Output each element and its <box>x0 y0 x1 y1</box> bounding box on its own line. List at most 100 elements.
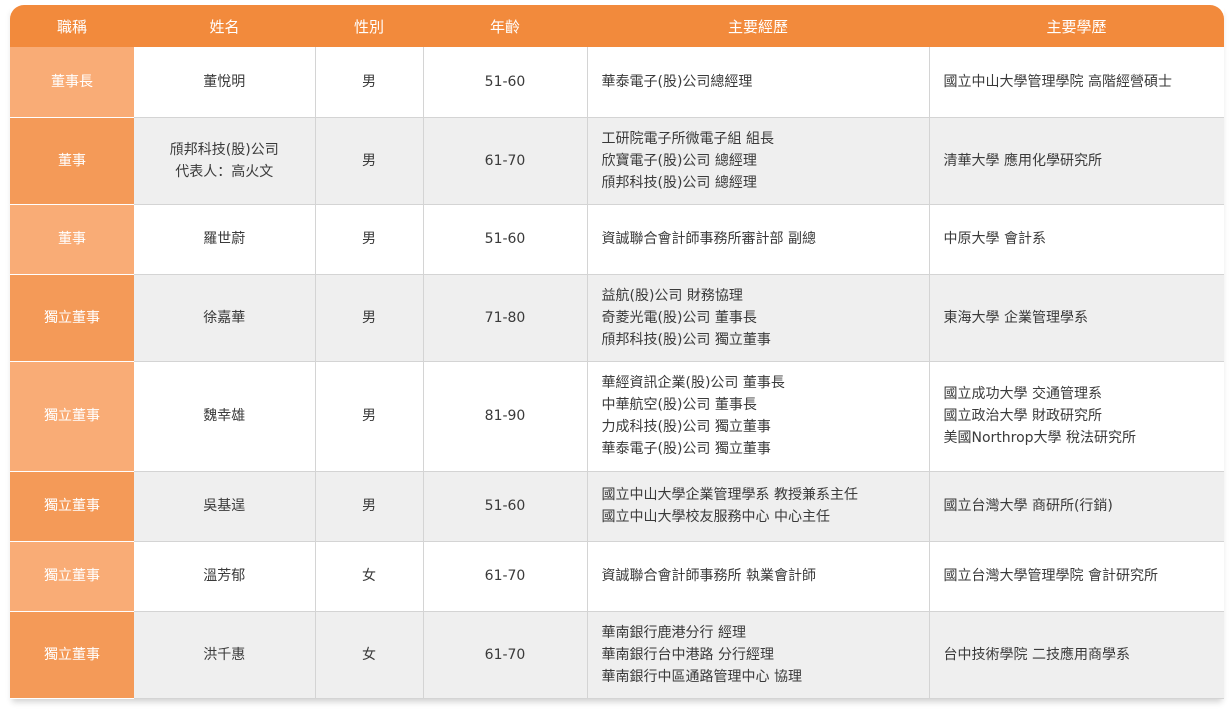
education-cell: 國立中山大學管理學院 高階經營碩士 <box>929 47 1224 118</box>
name-line: 代表人：高火文 <box>175 163 274 180</box>
title-cell: 獨立董事 <box>10 471 134 542</box>
header-education: 主要學歷 <box>929 5 1224 47</box>
gender-cell: 男 <box>315 47 424 118</box>
experience-line: 力成科技(股)公司 獨立董事 <box>601 419 771 435</box>
gender-cell: 男 <box>315 274 424 362</box>
age-cell: 61-70 <box>423 541 588 612</box>
age-cell: 71-80 <box>423 274 588 362</box>
experience-cell: 華泰電子(股)公司總經理 <box>587 47 930 118</box>
title-cell: 董事 <box>10 117 134 205</box>
education-cell: 國立台灣大學 商研所(行銷) <box>929 471 1224 542</box>
experience-line: 工研院電子所微電子組 組長 <box>601 130 774 147</box>
title-cell: 獨立董事 <box>10 611 134 699</box>
education-cell: 中原大學 會計系 <box>929 204 1224 275</box>
experience-line: 華南銀行中區通路管理中心 協理 <box>601 668 802 685</box>
education-line: 美國Northrop大學 稅法研究所 <box>943 430 1137 446</box>
table-row: 獨立董事 魏幸雄男 81-90 華經資訊企業(股)公司 董事長 中華航空(股)公司 董事… <box>10 361 1224 472</box>
name-cell: 董悅明 <box>134 47 316 118</box>
experience-line: 頎邦科技(股)公司 總經理 <box>601 174 757 191</box>
gender-cell: 女 <box>315 541 424 612</box>
education-cell: 國立台灣大學管理學院 會計研究所 <box>929 541 1224 612</box>
name-line: 洪千惠 <box>203 646 246 663</box>
table-body: 董事長 董悅明男 51-60 華泰電子(股)公司總經理 國立中山大學管理學院 高階經營碩… <box>10 47 1224 699</box>
experience-line: 華經資訊企業(股)公司 董事長 <box>601 375 785 391</box>
name-cell: 魏幸雄 <box>134 361 316 472</box>
experience-cell: 資誠聯合會計師事務所 執業會計師 <box>587 541 930 612</box>
age-cell: 61-70 <box>423 117 588 205</box>
experience-line: 國立中山大學校友服務中心 中心主任 <box>601 509 830 525</box>
name-cell: 吳基逞 <box>134 471 316 542</box>
header-gender: 性別 <box>315 5 423 47</box>
title-cell: 獨立董事 <box>10 361 134 472</box>
education-line: 中原大學 會計系 <box>943 231 1046 247</box>
education-line: 國立台灣大學 商研所(行銷) <box>943 498 1113 514</box>
education-line: 國立政治大學 財政研究所 <box>943 408 1102 424</box>
experience-line: 奇菱光電(股)公司 董事長 <box>601 309 757 326</box>
age-cell: 51-60 <box>423 47 588 118</box>
education-line: 台中技術學院 二技應用商學系 <box>943 646 1130 663</box>
name-cell: 徐嘉華 <box>134 274 316 362</box>
gender-cell: 男 <box>315 204 424 275</box>
experience-line: 資誠聯合會計師事務所審計部 副總 <box>601 231 816 247</box>
gender-cell: 男 <box>315 117 424 205</box>
experience-line: 益航(股)公司 財務協理 <box>601 287 743 304</box>
table-header-row: 職稱 姓名 性別 年齡 主要經歷 主要學歷 <box>10 5 1224 47</box>
experience-line: 華泰電子(股)公司總經理 <box>601 73 753 90</box>
title-cell: 董事 <box>10 204 134 275</box>
education-line: 國立台灣大學管理學院 會計研究所 <box>943 568 1158 584</box>
experience-cell: 華經資訊企業(股)公司 董事長 中華航空(股)公司 董事長 力成科技(股)公司 獨立… <box>587 361 930 472</box>
age-cell: 61-70 <box>423 611 588 699</box>
education-cell: 台中技術學院 二技應用商學系 <box>929 611 1224 699</box>
name-line: 魏幸雄 <box>203 408 246 424</box>
experience-line: 欣寶電子(股)公司 總經理 <box>601 152 757 169</box>
table-row: 獨立董事 吳基逞男 51-60 國立中山大學企業管理學系 教授兼系主任 國立中山大學校友… <box>10 471 1224 542</box>
name-line: 徐嘉華 <box>203 309 246 326</box>
experience-line: 頎邦科技(股)公司 獨立董事 <box>601 331 771 348</box>
table-row: 獨立董事 溫芳郁 女 61-70 資誠聯合會計師事務所 執業會計師 國立台灣大學管理學院 … <box>10 541 1224 612</box>
education-line: 國立中山大學管理學院 高階經營碩士 <box>943 73 1172 90</box>
title-cell: 獨立董事 <box>10 274 134 362</box>
education-line: 國立成功大學 交通管理系 <box>943 386 1102 402</box>
experience-line: 中華航空(股)公司 董事長 <box>601 397 757 413</box>
age-cell: 51-60 <box>423 204 588 275</box>
age-cell: 81-90 <box>423 361 588 472</box>
education-cell: 清華大學 應用化學研究所 <box>929 117 1224 205</box>
table-row: 獨立董事 徐嘉華 男 71-80 益航(股)公司 財務協理 奇菱光電(股)公司 董事長 頎邦… <box>10 274 1224 362</box>
name-line: 溫芳郁 <box>203 568 246 584</box>
name-cell: 溫芳郁 <box>134 541 316 612</box>
table-row: 董事 羅世蔚 男 51-60 資誠聯合會計師事務所審計部 副總 中原大學 會計系 <box>10 204 1224 275</box>
experience-cell: 資誠聯合會計師事務所審計部 副總 <box>587 204 930 275</box>
name-line: 頎邦科技(股)公司 <box>169 141 279 158</box>
directors-table: 職稱 姓名 性別 年齡 主要經歷 主要學歷 董事長 董悅明男 51-60 華泰電子(股… <box>10 5 1224 699</box>
table-row: 獨立董事 洪千惠女 61-70 華南銀行鹿港分行 經理 華南銀行台中港路 分行經理 華南銀… <box>10 611 1224 699</box>
experience-line: 華南銀行鹿港分行 經理 <box>601 624 746 641</box>
education-cell: 國立成功大學 交通管理系 國立政治大學 財政研究所美國Northrop大學 稅法研… <box>929 361 1224 472</box>
gender-cell: 男 <box>315 361 424 472</box>
gender-cell: 女 <box>315 611 424 699</box>
table-row: 董事長 董悅明 男 51-60 華泰電子(股)公司總經理 國立中山大學管理學院 高階經營碩… <box>10 47 1224 118</box>
experience-cell: 工研院電子所微電子組 組長 欣寶電子(股)公司 總經理 頎邦科技(股)公司 總經理 <box>587 117 930 205</box>
age-cell: 51-60 <box>423 471 588 542</box>
experience-cell: 國立中山大學企業管理學系 教授兼系主任 國立中山大學校友服務中心 中心主任 <box>587 471 930 542</box>
education-line: 東海大學 企業管理學系 <box>943 309 1088 326</box>
experience-line: 華南銀行台中港路 分行經理 <box>601 646 774 663</box>
education-cell: 東海大學 企業管理學系 <box>929 274 1224 362</box>
experience-line: 國立中山大學企業管理學系 教授兼系主任 <box>601 487 858 503</box>
header-experience: 主要經歷 <box>587 5 929 47</box>
education-line: 清華大學 應用化學研究所 <box>943 152 1102 169</box>
experience-line: 資誠聯合會計師事務所 執業會計師 <box>601 568 816 584</box>
title-cell: 董事長 <box>10 47 134 118</box>
name-line: 董悅明 <box>203 73 246 90</box>
gender-cell: 男 <box>315 471 424 542</box>
name-cell: 頎邦科技(股)公司 代表人：高火文 <box>134 117 316 205</box>
table-row: 董事 頎邦科技(股)公司 代表人：高火文男 61-70 工研院電子所微電子組 組長 欣寶電… <box>10 117 1224 205</box>
header-title: 職稱 <box>10 5 134 47</box>
experience-line: 華泰電子(股)公司 獨立董事 <box>601 441 771 457</box>
name-line: 吳基逞 <box>203 498 246 514</box>
title-cell: 獨立董事 <box>10 541 134 612</box>
directors-table-container: 職稱 姓名 性別 年齡 主要經歷 主要學歷 董事長 董悅明男 51-60 華泰電子(股… <box>10 5 1224 699</box>
name-line: 羅世蔚 <box>203 231 246 247</box>
experience-cell: 華南銀行鹿港分行 經理華南銀行台中港路 分行經理華南銀行中區通路管理中心 協理 <box>587 611 930 699</box>
header-name: 姓名 <box>134 5 315 47</box>
name-cell: 羅世蔚 <box>134 204 316 275</box>
